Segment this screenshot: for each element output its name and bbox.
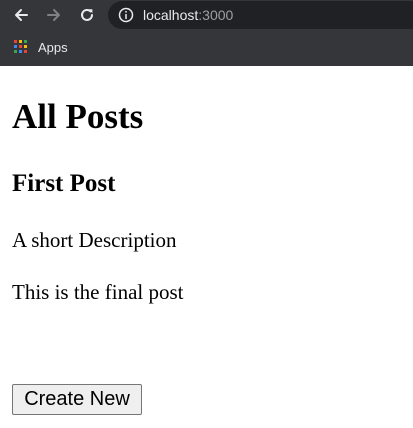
url-host: localhost: [143, 7, 199, 23]
apps-label: Apps: [38, 39, 68, 55]
reload-button[interactable]: [76, 4, 98, 26]
post-title: First Post: [12, 170, 116, 197]
page-title: All Posts: [12, 97, 144, 136]
page-content: All Posts First Post A short Description…: [0, 66, 413, 428]
browser-chrome: localhost:3000 Apps: [0, 0, 413, 66]
back-arrow-icon: [15, 9, 28, 21]
url-port: :3000: [198, 7, 234, 23]
browser-toolbar: localhost:3000: [0, 0, 413, 30]
forward-button[interactable]: [43, 4, 65, 26]
info-icon[interactable]: [118, 7, 134, 23]
apps-shortcut[interactable]: Apps: [14, 39, 68, 55]
reload-icon: [81, 8, 93, 21]
address-bar[interactable]: localhost:3000: [108, 1, 413, 29]
post-description: A short Description: [12, 228, 177, 252]
apps-grid-icon: [14, 40, 28, 54]
post-body: This is the final post: [12, 280, 184, 304]
address-url[interactable]: localhost:3000: [143, 6, 233, 24]
back-button[interactable]: [10, 4, 32, 26]
forward-arrow-icon: [47, 9, 60, 21]
bookmarks-bar: Apps: [0, 36, 413, 58]
create-new-button[interactable]: Create New: [12, 384, 142, 415]
